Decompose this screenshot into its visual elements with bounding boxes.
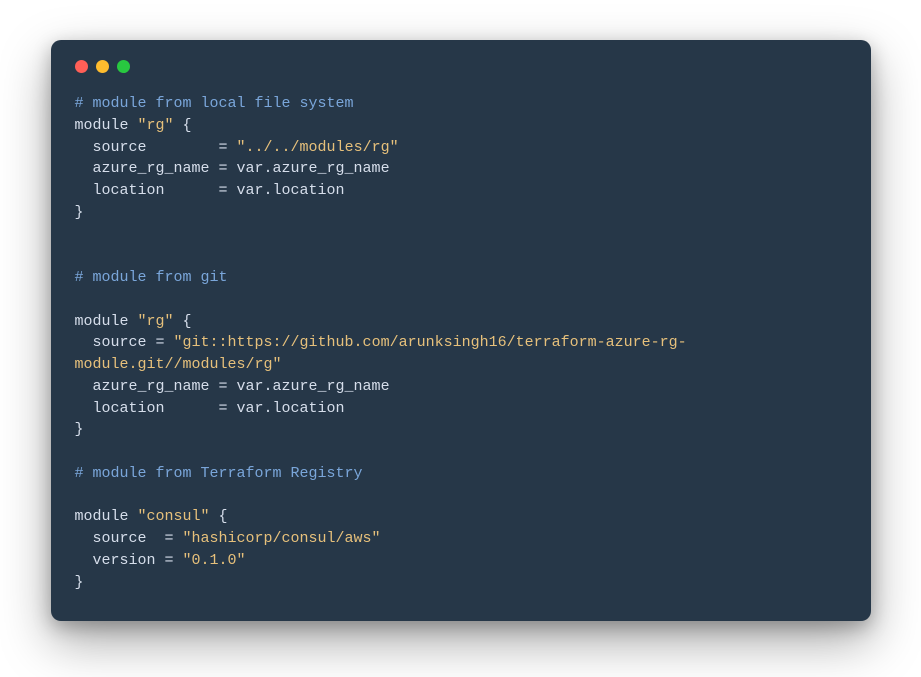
code-ident: location = var.location — [75, 400, 345, 417]
code-ident: location = var.location — [75, 182, 345, 199]
code-punc: { — [174, 313, 192, 330]
maximize-icon[interactable] — [117, 60, 130, 73]
code-ident: source = — [75, 139, 237, 156]
code-ident: version = — [75, 552, 183, 569]
code-punc: } — [75, 574, 84, 591]
code-string: "rg" — [138, 313, 174, 330]
code-keyword: module — [75, 313, 138, 330]
code-punc: } — [75, 421, 84, 438]
code-keyword: module — [75, 508, 138, 525]
code-comment: # module from git — [75, 269, 228, 286]
code-ident: source = — [75, 530, 183, 547]
code-punc: { — [210, 508, 228, 525]
close-icon[interactable] — [75, 60, 88, 73]
code-ident: azure_rg_name = var.azure_rg_name — [75, 160, 390, 177]
code-keyword: module — [75, 117, 138, 134]
code-ident: source = — [75, 334, 174, 351]
code-ident: azure_rg_name = var.azure_rg_name — [75, 378, 390, 395]
code-window: # module from local file system module "… — [51, 40, 871, 621]
code-comment: # module from local file system — [75, 95, 354, 112]
code-string: "hashicorp/consul/aws" — [183, 530, 381, 547]
code-comment: # module from Terraform Registry — [75, 465, 363, 482]
code-block[interactable]: # module from local file system module "… — [75, 93, 847, 593]
code-string: "rg" — [138, 117, 174, 134]
code-string: "0.1.0" — [183, 552, 246, 569]
minimize-icon[interactable] — [96, 60, 109, 73]
code-punc: } — [75, 204, 84, 221]
window-traffic-lights — [75, 60, 847, 73]
code-string: "consul" — [138, 508, 210, 525]
code-string: "../../modules/rg" — [237, 139, 399, 156]
code-punc: { — [174, 117, 192, 134]
